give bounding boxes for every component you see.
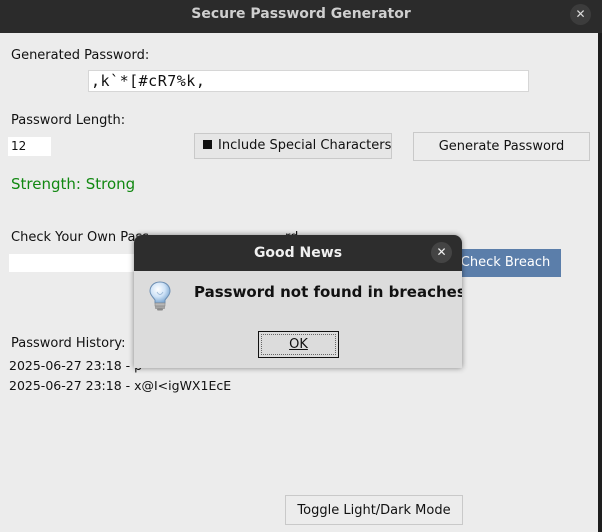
dialog-message: Password not found in breaches. (194, 283, 462, 301)
check-password-input[interactable] (9, 254, 139, 272)
generated-password-field[interactable]: ,k`*[#cR7%k, (88, 70, 529, 92)
window-title: Secure Password Generator (191, 6, 411, 22)
special-characters-checkbox[interactable]: Include Special Characters (194, 133, 392, 159)
generated-password-label: Generated Password: (11, 48, 150, 63)
password-length-input[interactable]: 12 (8, 137, 51, 156)
special-characters-label: Include Special Characters (218, 138, 392, 153)
check-breach-button[interactable]: Check Breach (450, 249, 561, 277)
ok-button[interactable]: OK (258, 331, 339, 358)
check-password-label-start: Check Your Own Pass (11, 230, 150, 245)
password-length-label: Password Length: (11, 113, 126, 128)
history-item: 2025-06-27 23:18 - x@I<igWX1EcE (9, 378, 232, 393)
dialog-title: Good News (253, 245, 343, 261)
ok-button-focus-ring (261, 334, 336, 355)
window-close-button[interactable]: ✕ (570, 4, 591, 25)
good-news-dialog: Good News ✕ Password not found in breach… (134, 235, 462, 368)
history-item: 2025-06-27 23:18 - p (9, 358, 143, 373)
window-titlebar: Secure Password Generator ✕ (0, 0, 602, 33)
strength-indicator: Strength: Strong (11, 175, 136, 193)
window-edge (598, 33, 602, 532)
dialog-close-button[interactable]: ✕ (431, 242, 452, 263)
password-history-label: Password History: (11, 336, 126, 351)
toggle-theme-button[interactable]: Toggle Light/Dark Mode (285, 495, 463, 525)
dialog-titlebar: Good News ✕ (134, 235, 462, 271)
checkbox-indicator[interactable] (203, 140, 212, 149)
lightbulb-icon (146, 280, 174, 312)
generate-password-button[interactable]: Generate Password (413, 132, 590, 161)
